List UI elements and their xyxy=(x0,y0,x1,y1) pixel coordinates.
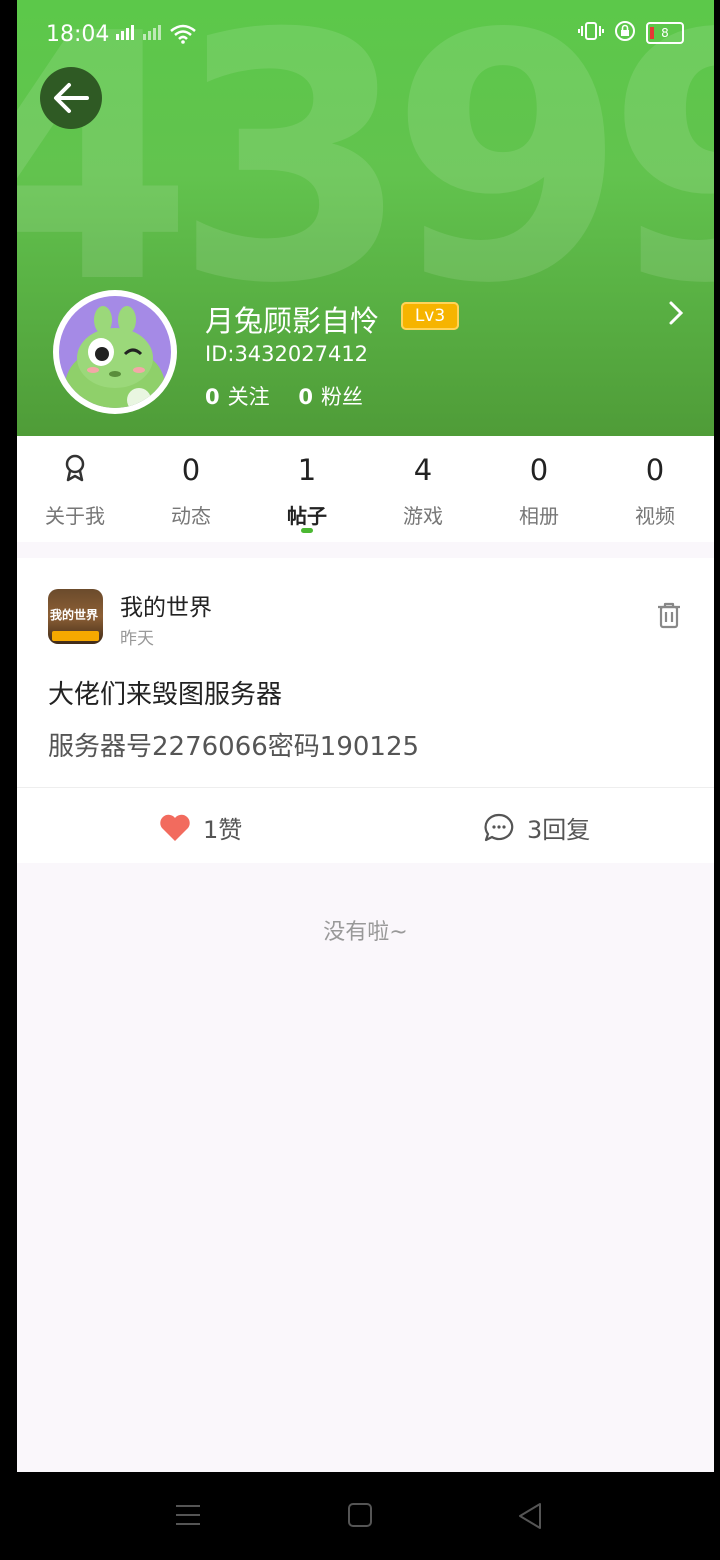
medal-icon xyxy=(17,454,133,486)
tab-label: 帖子 xyxy=(287,504,327,528)
signal-icon xyxy=(114,24,136,46)
reply-button[interactable]: 3回复 xyxy=(483,810,590,845)
delete-button[interactable] xyxy=(656,601,682,633)
status-bar: 18:04 8 xyxy=(17,18,714,54)
tab-count: 0 xyxy=(181,453,201,487)
tab-label: 动态 xyxy=(171,504,211,528)
active-tab-indicator xyxy=(301,528,313,533)
system-nav-bar xyxy=(0,1472,720,1560)
game-icon[interactable]: 我的世界 xyxy=(48,589,103,644)
wifi-icon xyxy=(169,24,197,48)
tab-label: 相册 xyxy=(519,504,559,528)
follow-stats: 0 关注 0 粉丝 xyxy=(205,381,385,411)
back-button[interactable] xyxy=(40,67,102,129)
tab-count: 4 xyxy=(413,453,433,487)
profile-header: 4399 18:04 8 xyxy=(17,0,714,436)
avatar[interactable] xyxy=(53,290,177,414)
following-label[interactable]: 关注 xyxy=(228,385,270,409)
following-count[interactable]: 0 xyxy=(205,385,220,409)
home-nav-button[interactable] xyxy=(348,1502,372,1532)
post-title[interactable]: 大佬们来毁图服务器 xyxy=(48,674,282,711)
tab-about-me[interactable]: 关于我 xyxy=(17,436,133,542)
tab-count: 0 xyxy=(529,453,549,487)
chevron-right-icon xyxy=(669,301,684,325)
reply-count: 3回复 xyxy=(527,816,591,844)
status-right: 8 xyxy=(578,20,684,46)
trash-icon xyxy=(658,602,680,629)
heart-icon xyxy=(160,814,190,841)
fans-count[interactable]: 0 xyxy=(298,385,313,409)
end-of-list-text: 没有啦~ xyxy=(323,920,408,945)
lock-rotation-icon xyxy=(614,20,636,46)
tab-albums[interactable]: 0 相册 xyxy=(481,436,597,542)
square-icon xyxy=(348,1503,372,1527)
username: 月兔顾影自怜 xyxy=(205,304,380,338)
like-button[interactable]: 1赞 xyxy=(159,810,242,845)
tab-count: 0 xyxy=(645,453,665,487)
tab-games[interactable]: 4 游戏 xyxy=(365,436,481,542)
menu-nav-button[interactable] xyxy=(175,1502,201,1532)
arrow-left-icon xyxy=(54,83,89,113)
game-name[interactable]: 我的世界 xyxy=(120,588,212,622)
back-nav-button[interactable] xyxy=(517,1502,543,1534)
post-card[interactable]: 我的世界 我的世界 昨天 大佬们来毁图服务器 服务器号2276066密码1901… xyxy=(17,558,714,863)
tab-activity[interactable]: 0 动态 xyxy=(133,436,249,542)
tab-videos[interactable]: 0 视频 xyxy=(597,436,713,542)
triangle-back-icon xyxy=(519,1503,541,1529)
frog-avatar-icon xyxy=(65,306,165,408)
profile-detail-button[interactable] xyxy=(668,300,684,330)
vibrate-icon xyxy=(578,20,604,46)
game-icon-text: 我的世界 xyxy=(50,608,99,622)
tab-label: 游戏 xyxy=(403,504,443,528)
app-screen: 4399 18:04 8 xyxy=(17,0,714,1472)
signal-icon-secondary xyxy=(141,24,163,46)
divider xyxy=(17,787,714,788)
battery-level: 8 xyxy=(661,26,669,40)
tab-posts[interactable]: 1 帖子 xyxy=(249,436,365,542)
like-count: 1赞 xyxy=(203,816,243,844)
profile-tabs: 关于我 0 动态 1 帖子 4 游戏 0 相册 0 视频 xyxy=(17,436,714,542)
status-time: 18:04 xyxy=(46,22,110,47)
post-time: 昨天 xyxy=(120,629,154,649)
comment-icon xyxy=(484,813,514,841)
fans-label[interactable]: 粉丝 xyxy=(321,385,363,409)
post-body[interactable]: 服务器号2276066密码190125 xyxy=(48,726,419,763)
user-id: ID:3432027412 xyxy=(205,342,369,366)
tab-label: 关于我 xyxy=(45,504,105,528)
menu-icon xyxy=(176,1505,200,1525)
level-badge: Lv3 xyxy=(401,302,459,330)
battery-icon: 8 xyxy=(646,22,684,44)
tab-count: 1 xyxy=(297,453,317,487)
tab-label: 视频 xyxy=(635,504,675,528)
